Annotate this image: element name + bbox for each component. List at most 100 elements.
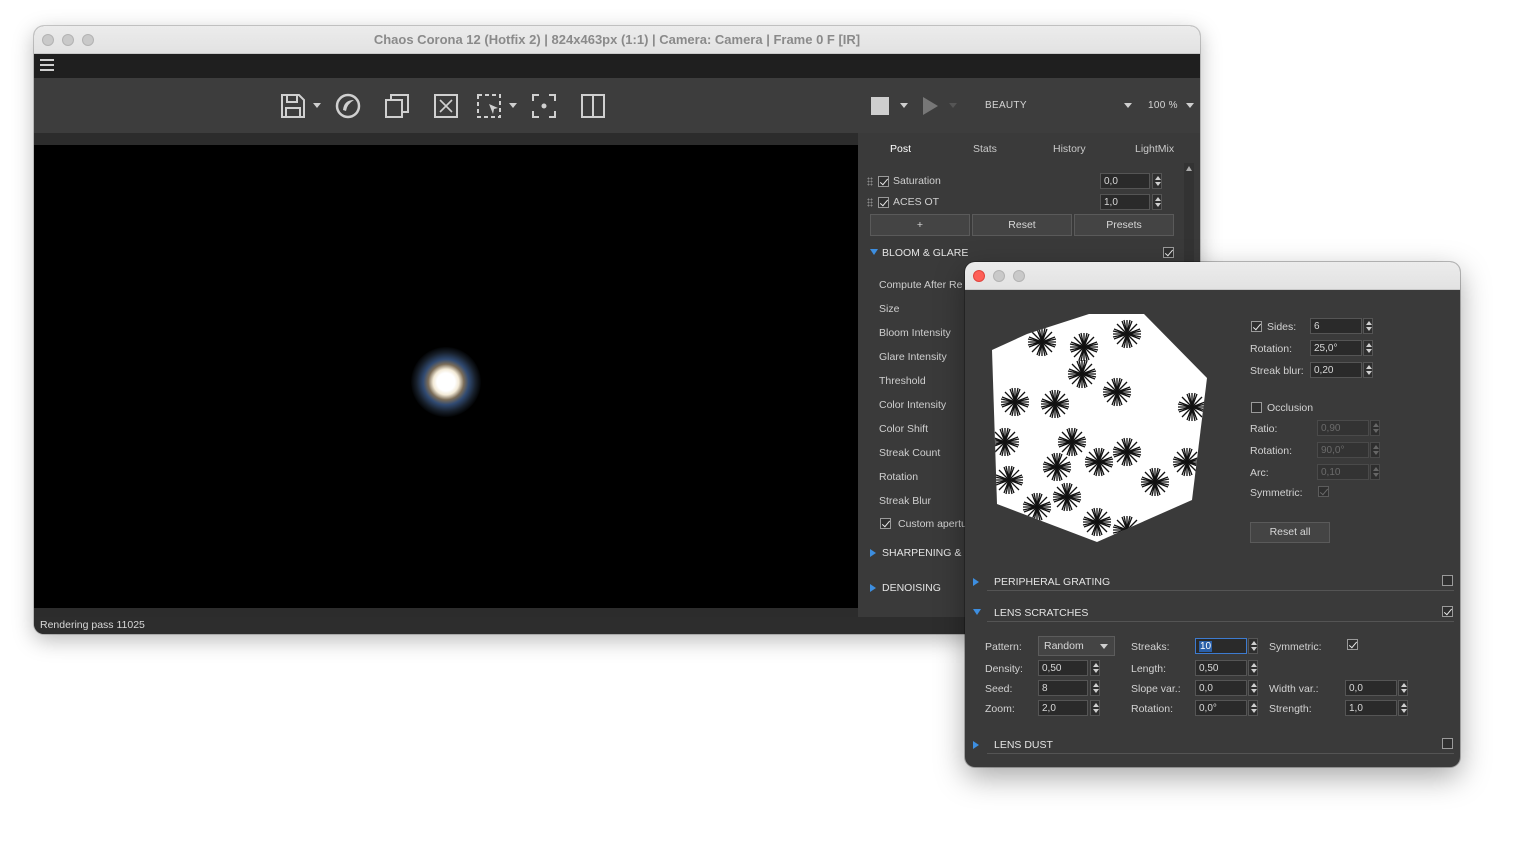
slope-var-label: Slope var.: <box>1131 683 1181 695</box>
region-dropdown-icon[interactable] <box>509 103 517 108</box>
sides-input[interactable]: 6 <box>1310 318 1362 334</box>
lens-scratches-header[interactable]: LENS SCRATCHES <box>994 607 1088 619</box>
clear-icon[interactable] <box>432 92 460 120</box>
play-dropdown-icon[interactable] <box>949 103 957 108</box>
bloom-glare-header[interactable]: BLOOM & GLARE <box>882 247 968 259</box>
channel-dropdown-icon[interactable] <box>1124 103 1132 108</box>
save-icon[interactable] <box>279 92 307 120</box>
reset-button[interactable]: Reset <box>972 214 1072 236</box>
strength-input[interactable]: 1,0 <box>1345 700 1397 716</box>
split-view-icon[interactable] <box>579 92 607 120</box>
copy-icon[interactable] <box>383 92 411 120</box>
streak-blur-input[interactable]: 0,20 <box>1310 362 1362 378</box>
ratio-input[interactable]: 0,90 <box>1317 420 1369 436</box>
width-var-spinner[interactable] <box>1398 680 1408 696</box>
zoom-spinner[interactable] <box>1090 700 1100 716</box>
width-var-input[interactable]: 0,0 <box>1345 680 1397 696</box>
close-window-button[interactable] <box>973 270 985 282</box>
rotation-input[interactable]: 25,0° <box>1310 340 1362 356</box>
channel-select[interactable]: BEAUTY <box>985 100 1027 111</box>
collapse-icon[interactable] <box>870 549 876 557</box>
compute-after-label: Compute After Re <box>879 279 963 291</box>
saturation-input[interactable]: 0,0 <box>1100 173 1150 189</box>
peripheral-grating-checkbox[interactable] <box>1442 575 1453 586</box>
aperture-title-bar[interactable] <box>965 262 1460 290</box>
tab-lightmix[interactable]: LightMix <box>1135 143 1174 155</box>
tab-post[interactable]: Post <box>890 143 911 155</box>
zoom-select[interactable]: 100 % <box>1148 100 1178 111</box>
rotation-spinner[interactable] <box>1363 340 1373 356</box>
streaks-input[interactable]: 10 <box>1195 638 1247 654</box>
saturation-spinner[interactable] <box>1152 173 1162 189</box>
saturation-checkbox[interactable] <box>878 176 889 187</box>
tab-stats[interactable]: Stats <box>973 143 997 155</box>
bloom-intensity-label: Bloom Intensity <box>879 327 951 339</box>
lens-dust-header[interactable]: LENS DUST <box>994 739 1053 751</box>
aces-ot-checkbox[interactable] <box>878 197 889 208</box>
seed-input[interactable]: 8 <box>1038 680 1088 696</box>
collapse-icon[interactable] <box>870 584 876 592</box>
lens-scratches-checkbox[interactable] <box>1442 606 1453 617</box>
strength-spinner[interactable] <box>1398 700 1408 716</box>
zoom-label: Zoom: <box>985 703 1015 715</box>
peripheral-grating-header[interactable]: PERIPHERAL GRATING <box>994 576 1110 588</box>
occlusion-rotation-input[interactable]: 90,0° <box>1317 442 1369 458</box>
minimize-window-button[interactable] <box>993 270 1005 282</box>
bloom-glare-checkbox[interactable] <box>1163 247 1174 258</box>
seed-spinner[interactable] <box>1090 680 1100 696</box>
reset-all-button[interactable]: Reset all <box>1250 522 1330 543</box>
streak-blur-spinner[interactable] <box>1363 362 1373 378</box>
occlusion-checkbox[interactable] <box>1251 402 1262 413</box>
sharpening-header[interactable]: SHARPENING & B <box>882 547 971 559</box>
collapse-icon[interactable] <box>973 741 979 749</box>
arc-spinner[interactable] <box>1370 464 1380 480</box>
lens-dust-checkbox[interactable] <box>1442 738 1453 749</box>
streaks-spinner[interactable] <box>1248 638 1258 654</box>
custom-aperture-checkbox[interactable] <box>880 518 891 529</box>
scratch-rotation-input[interactable]: 0,0° <box>1195 700 1247 716</box>
title-bar[interactable]: Chaos Corona 12 (Hotfix 2) | 824x463px (… <box>34 26 1200 54</box>
stop-dropdown-icon[interactable] <box>900 103 908 108</box>
slope-var-spinner[interactable] <box>1248 680 1258 696</box>
occlusion-rotation-spinner[interactable] <box>1370 442 1380 458</box>
zoom-input[interactable]: 2,0 <box>1038 700 1088 716</box>
sides-spinner[interactable] <box>1363 318 1373 334</box>
drag-handle-icon[interactable] <box>867 198 873 207</box>
add-operator-button[interactable]: + <box>870 214 970 236</box>
slope-var-input[interactable]: 0,0 <box>1195 680 1247 696</box>
pattern-select[interactable]: Random <box>1038 636 1115 656</box>
pattern-label: Pattern: <box>985 641 1022 653</box>
ratio-spinner[interactable] <box>1370 420 1380 436</box>
drag-handle-icon[interactable] <box>867 177 873 186</box>
scratch-rotation-spinner[interactable] <box>1248 700 1258 716</box>
focus-point-icon[interactable] <box>530 92 558 120</box>
zoom-dropdown-icon[interactable] <box>1186 103 1194 108</box>
expand-icon[interactable] <box>973 609 981 615</box>
aces-ot-spinner[interactable] <box>1152 194 1162 210</box>
collapse-icon[interactable] <box>973 578 979 586</box>
play-icon[interactable] <box>923 97 938 115</box>
aces-ot-label: ACES OT <box>893 196 940 208</box>
corona-logo-icon[interactable] <box>334 92 362 120</box>
hamburger-icon[interactable] <box>40 59 54 73</box>
density-spinner[interactable] <box>1090 660 1100 676</box>
aces-ot-input[interactable]: 1,0 <box>1100 194 1150 210</box>
ratio-label: Ratio: <box>1250 423 1278 435</box>
density-input[interactable]: 0,50 <box>1038 660 1088 676</box>
arc-input[interactable]: 0,10 <box>1317 464 1369 480</box>
occlusion-rotation-label: Rotation: <box>1250 445 1293 457</box>
region-select-icon[interactable] <box>475 92 503 120</box>
zoom-window-button[interactable] <box>1013 270 1025 282</box>
stop-icon[interactable] <box>871 97 889 115</box>
render-viewport[interactable] <box>34 145 858 608</box>
presets-button[interactable]: Presets <box>1074 214 1174 236</box>
length-spinner[interactable] <box>1248 660 1258 676</box>
scratch-symmetric-checkbox[interactable] <box>1347 639 1358 650</box>
denoising-header[interactable]: DENOISING <box>882 582 941 594</box>
expand-icon[interactable] <box>870 249 878 255</box>
tab-history[interactable]: History <box>1053 143 1086 155</box>
save-dropdown-icon[interactable] <box>313 103 321 108</box>
sides-checkbox[interactable] <box>1251 321 1262 332</box>
length-input[interactable]: 0,50 <box>1195 660 1247 676</box>
symmetric-checkbox[interactable] <box>1318 486 1329 497</box>
